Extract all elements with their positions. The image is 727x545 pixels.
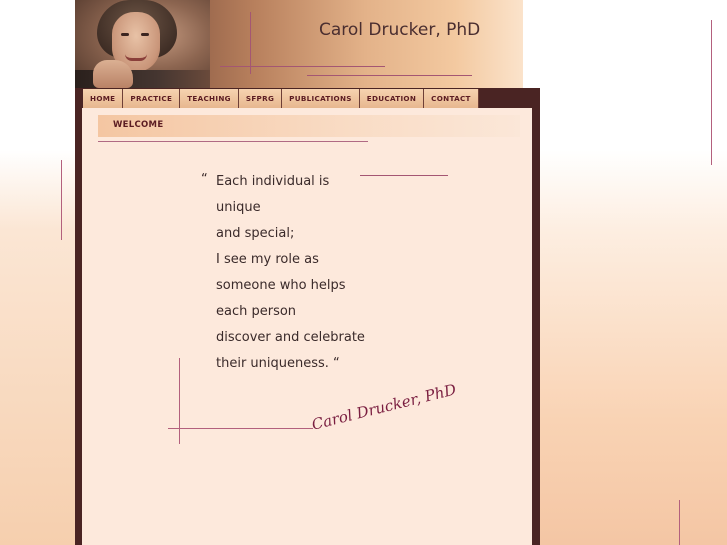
- quote-line: I see my role as: [216, 252, 319, 267]
- quote-line: each person: [216, 304, 297, 319]
- decorative-line: [307, 75, 472, 76]
- nav-item-practice[interactable]: Practice: [123, 89, 181, 108]
- signature: Carol Drucker, PhD: [309, 380, 459, 434]
- quote-open-mark: “: [201, 172, 208, 187]
- decorative-line: [250, 12, 251, 74]
- site-title: Carol Drucker, PhD: [319, 20, 481, 40]
- section-underline: [98, 141, 368, 142]
- decorative-line: [61, 160, 62, 240]
- decorative-line: [711, 20, 712, 165]
- section-title: Welcome: [113, 120, 164, 130]
- quote-line: someone who helps: [216, 278, 346, 293]
- left-background-stripe: [0, 0, 75, 545]
- nav-item-contact[interactable]: Contact: [424, 89, 479, 108]
- main-panel: Home Practice Teaching Sfprg Publication…: [75, 88, 540, 545]
- quote-line: unique: [216, 200, 261, 215]
- main-navigation: Home Practice Teaching Sfprg Publication…: [83, 89, 479, 108]
- site-header: Carol Drucker, PhD: [75, 0, 523, 88]
- portrait-photo: [75, 0, 210, 88]
- decorative-line: [360, 175, 448, 176]
- content-area: Welcome “ Each individual is unique and …: [82, 108, 532, 545]
- quote-line: discover and celebrate: [216, 330, 365, 345]
- nav-item-teaching[interactable]: Teaching: [180, 89, 239, 108]
- decorative-line: [179, 358, 180, 444]
- decorative-line: [679, 500, 680, 545]
- nav-item-sfprg[interactable]: Sfprg: [238, 89, 283, 108]
- decorative-line: [220, 66, 385, 67]
- nav-item-education[interactable]: Education: [359, 89, 425, 108]
- quote-line: their uniqueness. “: [216, 356, 340, 371]
- nav-item-home[interactable]: Home: [83, 89, 124, 108]
- quote-line: and special;: [216, 226, 295, 241]
- nav-item-publications[interactable]: Publications: [282, 89, 360, 108]
- quote-line: Each individual is: [216, 174, 330, 189]
- decorative-line: [168, 428, 313, 429]
- section-header: Welcome: [98, 115, 520, 142]
